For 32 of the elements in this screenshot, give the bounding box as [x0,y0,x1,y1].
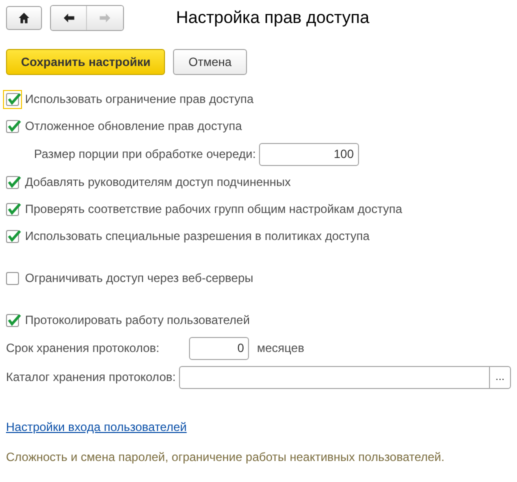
cancel-button[interactable]: Отмена [173,49,247,75]
browse-button[interactable]: ... [489,366,511,388]
number-field[interactable]: 100 [258,142,359,166]
field-label: Каталог хранения протоколов: [6,369,176,386]
check-icon [7,120,22,132]
check-icon [7,314,22,326]
checkbox-label: Использовать ограничение прав доступа [25,91,254,108]
field-label: Размер порции при обработке очереди: [34,146,256,163]
description-text: Сложность и смена паролей, ограничение работы неактивных пользователей. [6,449,446,466]
path-field[interactable] [178,366,489,388]
forward-arrow-icon [98,11,112,25]
checkbox-label: Ограничивать доступ через веб-серверы [25,270,254,287]
check-icon [7,230,22,242]
settings-link[interactable]: Настройки входа пользователей [6,418,187,436]
save-button[interactable]: Сохранить настройки [6,49,166,75]
check-icon [7,92,22,106]
checkbox-label: Отложенное обновление прав доступа [25,118,242,135]
back-arrow-icon [62,11,76,25]
form-title: Настройка прав доступа [176,7,370,30]
check-icon [7,202,22,216]
unit-label: месяцев [257,340,304,357]
number-field[interactable]: 0 [189,336,249,360]
checkbox-label: Протоколировать работу пользователей [25,312,250,329]
home-button[interactable] [6,6,42,30]
back-button[interactable] [51,6,87,30]
checkbox-label: Использовать специальные разрешения в политиках доступа [25,228,370,245]
checkbox-label: Проверять соответствие рабочих групп общим настройкам доступа [25,201,402,218]
home-icon [17,11,31,25]
field-label: Срок хранения протоколов: [6,340,160,357]
checkbox[interactable] [3,90,22,108]
check-icon [7,176,22,188]
checkbox-label: Добавлять руководителям доступ подчиненных [25,174,291,191]
